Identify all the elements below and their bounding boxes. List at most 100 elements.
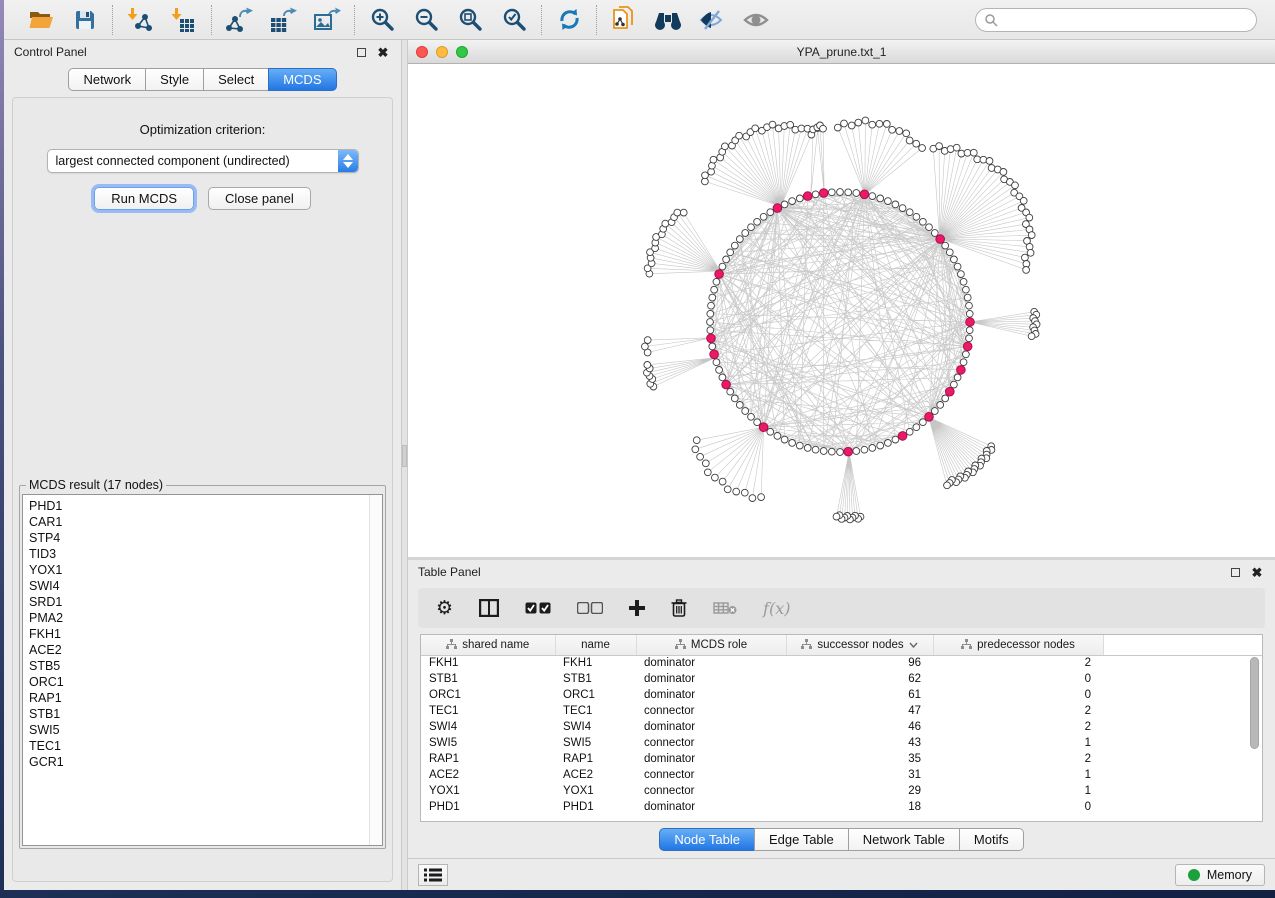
tab-mcds[interactable]: MCDS	[268, 68, 336, 91]
run-mcds-button[interactable]: Run MCDS	[94, 187, 194, 210]
mcds-list-scrollbar[interactable]	[369, 495, 382, 845]
task-history-button[interactable]	[418, 864, 448, 886]
tab-motifs[interactable]: Motifs	[959, 828, 1024, 851]
column-header-shared-name[interactable]: shared name	[421, 635, 555, 655]
export-image-button[interactable]	[312, 5, 342, 35]
refresh-icon	[557, 7, 582, 32]
mcds-node-item[interactable]: YOX1	[29, 562, 382, 578]
delete-table-button[interactable]	[713, 594, 737, 622]
mcds-tab-content: Optimization criterion: largest connecte…	[12, 97, 393, 882]
table-row[interactable]: FKH1FKH1dominator962	[421, 655, 1262, 671]
table-row[interactable]: SWI5SWI5connector431	[421, 735, 1262, 751]
mcds-node-item[interactable]: ORC1	[29, 674, 382, 690]
splitter-handle-icon[interactable]	[402, 445, 407, 467]
table-scrollbar[interactable]	[1249, 657, 1260, 817]
close-table-panel-icon[interactable]: ✖	[1249, 564, 1265, 580]
apply-style-button[interactable]	[554, 5, 584, 35]
close-panel-icon[interactable]: ✖	[375, 44, 391, 60]
column-header-name[interactable]: name	[555, 635, 636, 655]
mcds-node-item[interactable]: SWI5	[29, 722, 382, 738]
hide-panel-button[interactable]	[697, 5, 727, 35]
mcds-node-item[interactable]: STP4	[29, 530, 382, 546]
mcds-node-item[interactable]: TEC1	[29, 738, 382, 754]
import-table-button[interactable]	[169, 5, 199, 35]
mcds-node-item[interactable]: CAR1	[29, 514, 382, 530]
search-input[interactable]	[998, 13, 1248, 27]
binoculars-icon	[653, 9, 683, 31]
mcds-node-item[interactable]: PHD1	[29, 498, 382, 514]
zoom-fit-icon	[458, 7, 483, 32]
function-builder-button[interactable]: f(x)	[763, 594, 790, 622]
memory-button[interactable]: Memory	[1175, 864, 1265, 886]
float-panel-icon[interactable]	[353, 44, 369, 60]
table-row[interactable]: RAP1RAP1dominator352	[421, 751, 1262, 767]
network-graph[interactable]	[408, 64, 1268, 557]
table-scrollbar-thumb[interactable]	[1250, 657, 1259, 749]
mcds-node-item[interactable]: FKH1	[29, 626, 382, 642]
table-row[interactable]: SWI4SWI4dominator462	[421, 719, 1262, 735]
table-row[interactable]: TEC1TEC1connector472	[421, 703, 1262, 719]
mcds-result-list[interactable]: PHD1CAR1STP4TID3YOX1SWI4SRD1PMA2FKH1ACE2…	[22, 494, 383, 846]
network-canvas[interactable]	[408, 64, 1275, 557]
float-table-panel-icon[interactable]	[1227, 564, 1243, 580]
mcds-node-item[interactable]: PMA2	[29, 610, 382, 626]
mcds-node-item[interactable]: STB1	[29, 706, 382, 722]
table-row[interactable]: PHD1PHD1dominator180	[421, 799, 1262, 815]
table-type-tabs: Node TableEdge TableNetwork TableMotifs	[408, 828, 1275, 851]
mcds-node-item[interactable]: GCR1	[29, 754, 382, 770]
table-row[interactable]: YOX1YOX1connector291	[421, 783, 1262, 799]
tab-style[interactable]: Style	[145, 68, 203, 91]
zoom-selected-icon	[502, 7, 527, 32]
eye-slash-icon	[698, 8, 726, 32]
column-header-successor-nodes[interactable]: successor nodes	[786, 635, 933, 655]
table-row[interactable]: ACE2ACE2connector311	[421, 767, 1262, 783]
zoom-in-button[interactable]	[367, 5, 397, 35]
save-session-button[interactable]	[70, 5, 100, 35]
column-header-predecessor-nodes[interactable]: predecessor nodes	[933, 635, 1103, 655]
export-network-button[interactable]	[224, 5, 254, 35]
zoom-out-button[interactable]	[411, 5, 441, 35]
trash-icon	[671, 599, 687, 617]
close-panel-button[interactable]: Close panel	[208, 187, 311, 210]
node-table: shared namenameMCDS rolesuccessor nodesp…	[420, 634, 1263, 822]
mcds-node-item[interactable]: TID3	[29, 546, 382, 562]
clone-network-button[interactable]	[609, 5, 639, 35]
table-row[interactable]: STB1STB1dominator620	[421, 671, 1262, 687]
tab-edge-table[interactable]: Edge Table	[754, 828, 848, 851]
tab-network[interactable]: Network	[68, 68, 145, 91]
search-field[interactable]	[975, 8, 1257, 32]
select-stepper-icon	[338, 150, 358, 172]
optimization-criterion-value: largest connected component (undirected)	[48, 154, 338, 168]
tab-network-table[interactable]: Network Table	[848, 828, 959, 851]
panel-splitter[interactable]	[401, 40, 408, 890]
import-network-button[interactable]	[125, 5, 155, 35]
export-table-button[interactable]	[268, 5, 298, 35]
optimization-criterion-select[interactable]: largest connected component (undirected)	[47, 149, 359, 173]
create-column-button[interactable]	[629, 594, 645, 622]
control-panel-tabs: NetworkStyleSelectMCDS	[4, 68, 401, 91]
zoom-selected-button[interactable]	[499, 5, 529, 35]
select-all-columns-button[interactable]	[525, 594, 551, 622]
mcds-node-item[interactable]: STB5	[29, 658, 382, 674]
table-row[interactable]: ORC1ORC1dominator610	[421, 687, 1262, 703]
mcds-node-item[interactable]: ACE2	[29, 642, 382, 658]
network-search-button[interactable]	[653, 5, 683, 35]
delete-column-button[interactable]	[671, 594, 687, 622]
mcds-node-item[interactable]: SRD1	[29, 594, 382, 610]
zoom-fit-button[interactable]	[455, 5, 485, 35]
network-view-window: YPA_prune.txt_1	[408, 40, 1275, 560]
tab-select[interactable]: Select	[203, 68, 268, 91]
table-panel: Table Panel ✖ ⚙	[408, 560, 1275, 858]
import-network-icon	[127, 7, 153, 33]
tab-node-table[interactable]: Node Table	[659, 828, 754, 851]
show-panel-button[interactable]	[741, 5, 771, 35]
table-settings-button[interactable]: ⚙	[436, 594, 453, 622]
show-columns-button[interactable]	[479, 594, 499, 622]
unselect-all-columns-button[interactable]	[577, 594, 603, 622]
control-panel-title: Control Panel	[14, 45, 87, 59]
mcds-node-item[interactable]: RAP1	[29, 690, 382, 706]
open-session-button[interactable]	[26, 5, 56, 35]
column-header-MCDS-role[interactable]: MCDS role	[636, 635, 786, 655]
table-panel-title: Table Panel	[418, 565, 481, 579]
mcds-node-item[interactable]: SWI4	[29, 578, 382, 594]
